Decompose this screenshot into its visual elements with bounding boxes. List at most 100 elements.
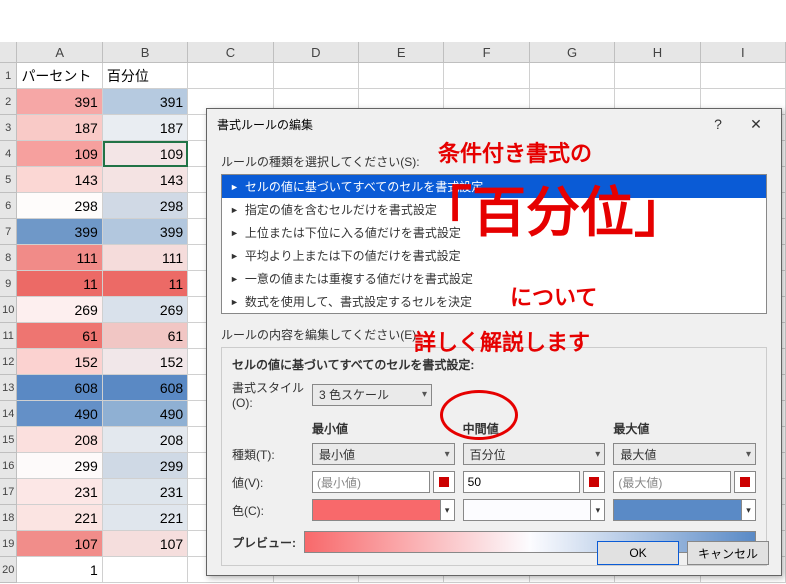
cell[interactable]: 221 [103, 505, 188, 531]
cell[interactable]: 143 [103, 167, 188, 193]
cell[interactable] [359, 63, 444, 89]
cell[interactable]: 608 [17, 375, 102, 401]
cell[interactable]: 299 [103, 453, 188, 479]
cell[interactable]: 298 [17, 193, 102, 219]
rule-type-item[interactable]: ►指定の値を含むセルだけを書式設定 [222, 198, 766, 221]
type-max-select[interactable]: 最大値▾ [613, 443, 756, 465]
color-mid-select[interactable]: ▾ [463, 499, 606, 521]
cell[interactable]: 490 [103, 401, 188, 427]
row-header[interactable]: 19 [0, 531, 17, 557]
cell[interactable]: 269 [17, 297, 102, 323]
help-button[interactable]: ? [699, 111, 737, 137]
cell[interactable] [530, 63, 615, 89]
column-header[interactable]: I [701, 42, 786, 62]
rule-type-item[interactable]: ►一意の値または重複する値だけを書式設定 [222, 267, 766, 290]
cell[interactable]: 107 [17, 531, 102, 557]
cell[interactable]: 11 [103, 271, 188, 297]
row-header[interactable]: 20 [0, 557, 17, 583]
column-header[interactable]: B [103, 42, 188, 62]
cell[interactable]: 61 [17, 323, 102, 349]
color-min-select[interactable]: ▾ [312, 499, 455, 521]
column-header[interactable]: D [274, 42, 359, 62]
column-header[interactable]: A [17, 42, 102, 62]
row-header[interactable]: 17 [0, 479, 17, 505]
row-header[interactable]: 7 [0, 219, 17, 245]
row-header[interactable]: 9 [0, 271, 17, 297]
row-header[interactable]: 10 [0, 297, 17, 323]
cell[interactable] [103, 557, 188, 583]
cell[interactable]: 111 [17, 245, 102, 271]
cell[interactable]: 208 [103, 427, 188, 453]
cell[interactable]: 231 [17, 479, 102, 505]
column-header[interactable]: E [359, 42, 444, 62]
cell[interactable]: 143 [17, 167, 102, 193]
style-select[interactable]: 3 色スケール ▾ [312, 384, 432, 406]
row-header[interactable]: 13 [0, 375, 17, 401]
range-picker-icon[interactable] [734, 471, 756, 493]
column-header[interactable]: H [615, 42, 700, 62]
cell[interactable]: 299 [17, 453, 102, 479]
cell[interactable]: 608 [103, 375, 188, 401]
column-header[interactable]: G [530, 42, 615, 62]
cell[interactable]: 231 [103, 479, 188, 505]
cell[interactable]: 298 [103, 193, 188, 219]
row-header[interactable]: 4 [0, 141, 17, 167]
row-header[interactable]: 3 [0, 115, 17, 141]
row-header[interactable]: 6 [0, 193, 17, 219]
cell[interactable]: パーセント [17, 63, 102, 89]
dialog-titlebar[interactable]: 書式ルールの編集 ? ✕ [207, 109, 781, 139]
cell[interactable]: 152 [103, 349, 188, 375]
cell[interactable]: 百分位 [103, 63, 188, 89]
value-mid-input[interactable]: 50 [463, 471, 581, 493]
range-picker-icon[interactable] [433, 471, 455, 493]
range-picker-icon[interactable] [583, 471, 605, 493]
rule-type-item[interactable]: ►数式を使用して、書式設定するセルを決定 [222, 290, 766, 313]
cell[interactable]: 107 [103, 531, 188, 557]
row-header[interactable]: 16 [0, 453, 17, 479]
cell[interactable]: 399 [17, 219, 102, 245]
column-header[interactable]: F [444, 42, 529, 62]
cell[interactable]: 391 [17, 89, 102, 115]
close-button[interactable]: ✕ [737, 111, 775, 137]
cell[interactable]: 490 [17, 401, 102, 427]
rule-type-item[interactable]: ►セルの値に基づいてすべてのセルを書式設定 [222, 175, 766, 198]
cell[interactable] [701, 63, 786, 89]
cell[interactable]: 111 [103, 245, 188, 271]
cell[interactable]: 391 [103, 89, 188, 115]
cancel-button[interactable]: キャンセル [687, 541, 769, 565]
row-header[interactable]: 18 [0, 505, 17, 531]
row-header[interactable]: 11 [0, 323, 17, 349]
row-header[interactable]: 14 [0, 401, 17, 427]
cell[interactable]: 221 [17, 505, 102, 531]
cell[interactable]: 187 [103, 115, 188, 141]
rule-type-item[interactable]: ►平均より上または下の値だけを書式設定 [222, 244, 766, 267]
cell[interactable]: 152 [17, 349, 102, 375]
color-max-select[interactable]: ▾ [613, 499, 756, 521]
value-max-input[interactable]: (最大値) [613, 471, 731, 493]
rule-type-item[interactable]: ►上位または下位に入る値だけを書式設定 [222, 221, 766, 244]
rule-type-list[interactable]: ►セルの値に基づいてすべてのセルを書式設定►指定の値を含むセルだけを書式設定►上… [221, 174, 767, 314]
row-header[interactable]: 15 [0, 427, 17, 453]
cell[interactable] [188, 63, 273, 89]
cell[interactable]: 109 [103, 141, 188, 167]
type-min-select[interactable]: 最小値▾ [312, 443, 455, 465]
cell[interactable]: 269 [103, 297, 188, 323]
ok-button[interactable]: OK [597, 541, 679, 565]
row-header[interactable]: 12 [0, 349, 17, 375]
cell[interactable]: 109 [17, 141, 102, 167]
cell[interactable]: 1 [17, 557, 102, 583]
cell[interactable]: 399 [103, 219, 188, 245]
value-min-input[interactable]: (最小値) [312, 471, 430, 493]
select-all-corner[interactable] [0, 42, 17, 62]
cell[interactable] [615, 63, 700, 89]
type-mid-select[interactable]: 百分位▾ [463, 443, 606, 465]
cell[interactable]: 11 [17, 271, 102, 297]
cell[interactable] [444, 63, 529, 89]
cell[interactable]: 208 [17, 427, 102, 453]
row-header[interactable]: 8 [0, 245, 17, 271]
column-header[interactable]: C [188, 42, 273, 62]
cell[interactable]: 61 [103, 323, 188, 349]
cell[interactable]: 187 [17, 115, 102, 141]
row-header[interactable]: 2 [0, 89, 17, 115]
cell[interactable] [274, 63, 359, 89]
